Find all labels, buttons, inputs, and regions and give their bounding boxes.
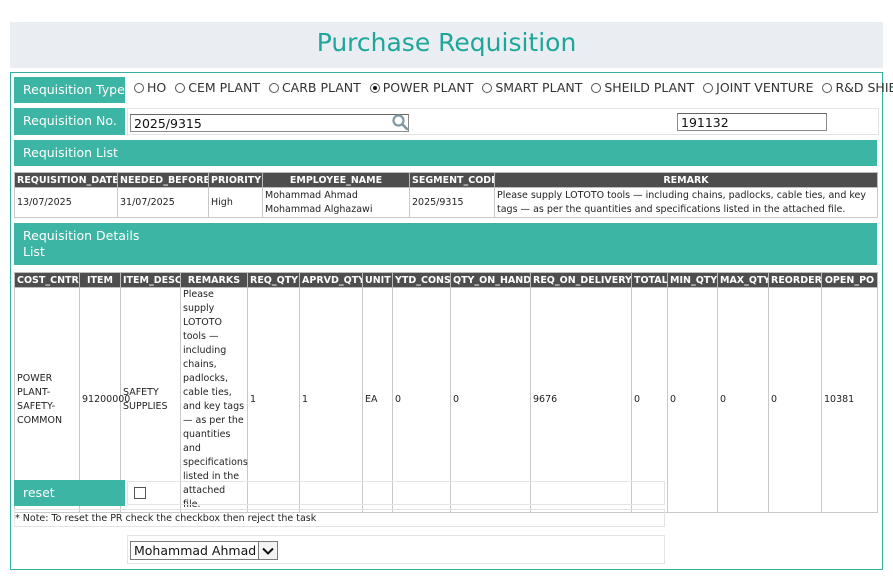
radio-option-rd-shield[interactable]: R&D SHIELD xyxy=(822,80,893,95)
column-header: PRIORITY xyxy=(208,172,263,188)
employee-select-value: Mohammad Ahmad M xyxy=(134,543,271,558)
radio-button[interactable] xyxy=(703,82,714,93)
radio-label: SMART PLANT xyxy=(495,80,583,95)
table-cell: 2025/9315 xyxy=(409,187,495,218)
column-header: REORDER xyxy=(768,272,822,288)
table-cell: 0 xyxy=(450,287,531,513)
table-cell: 0 xyxy=(768,287,822,513)
radio-option-smart-plant[interactable]: SMART PLANT xyxy=(482,80,582,95)
column-header: MAX_QTY xyxy=(717,272,769,288)
reset-note: * Note: To reset the PR check the checkb… xyxy=(15,513,317,524)
radio-button[interactable] xyxy=(134,82,144,93)
employee-select[interactable]: Mohammad Ahmad M xyxy=(130,541,278,560)
column-header: MIN_QTY xyxy=(667,272,718,288)
requisition-no-label: Requisition No. xyxy=(14,108,125,135)
table-cell: POWER PLANT-SAFETY-COMMON xyxy=(14,287,80,513)
table-cell: 0 xyxy=(631,287,668,513)
page-title: Purchase Requisition xyxy=(316,28,577,57)
column-header: COST_CNTR xyxy=(14,272,80,288)
radio-option-power-plant[interactable]: POWER PLANT xyxy=(369,80,474,95)
table-row[interactable]: POWER PLANT-SAFETY-COMMON 91200000 SAFET… xyxy=(14,287,878,513)
column-header: SEGMENT_CODE xyxy=(409,172,495,188)
table-cell: 31/07/2025 xyxy=(117,187,209,218)
radio-option-sheild-plant[interactable]: SHEILD PLANT xyxy=(591,80,694,95)
table-cell: 0 xyxy=(717,287,769,513)
requisition-list-table: REQUISITION_DATE NEEDED_BEFORE PRIORITY … xyxy=(14,172,878,218)
radio-button[interactable] xyxy=(591,82,602,93)
search-icon[interactable] xyxy=(391,113,409,131)
column-header: YTD_CONS xyxy=(392,272,451,288)
details-list-header: Requisition Details List xyxy=(14,223,877,265)
requisition-type-radio-group: HO CEM PLANT CARB PLANT POWER PLANT SMAR… xyxy=(134,80,893,100)
details-list-title: Requisition Details List xyxy=(23,228,140,259)
reset-label: reset xyxy=(14,480,125,506)
radio-option-carb-plant[interactable]: CARB PLANT xyxy=(268,80,361,95)
radio-label: CARB PLANT xyxy=(281,80,361,95)
column-header: REQUISITION_DATE xyxy=(14,172,118,188)
requisition-id-field[interactable]: 191132 xyxy=(677,113,827,131)
radio-button[interactable] xyxy=(268,82,279,93)
column-header: OPEN_PO xyxy=(821,272,878,288)
column-header: QTY_ON_HAND xyxy=(450,272,531,288)
table-cell: High xyxy=(208,187,263,218)
radio-button[interactable] xyxy=(482,82,493,93)
table-header-row: COST_CNTR ITEM ITEM_DESC REMARKS REQ_QTY… xyxy=(14,272,878,288)
radio-label: R&D SHIELD xyxy=(835,80,893,95)
radio-label: CEM PLANT xyxy=(188,80,260,95)
radio-button[interactable] xyxy=(822,82,833,93)
column-header: UNIT xyxy=(362,272,393,288)
column-header: REQ_ON_DELIVERY xyxy=(530,272,632,288)
radio-label: SHEILD PLANT xyxy=(604,80,695,95)
radio-option-ho[interactable]: HO xyxy=(134,80,166,95)
title-bar: Purchase Requisition xyxy=(10,22,883,68)
column-header: NEEDED_BEFORE xyxy=(117,172,209,188)
column-header: REQ_QTY xyxy=(247,272,300,288)
table-header-row: REQUISITION_DATE NEEDED_BEFORE PRIORITY … xyxy=(14,172,878,188)
radio-label: POWER PLANT xyxy=(382,80,474,95)
column-header: REMARK xyxy=(494,172,878,188)
table-cell: Please supply LOTOTO tools — including c… xyxy=(494,187,878,218)
radio-button[interactable] xyxy=(175,82,186,93)
column-header: ITEM xyxy=(79,272,121,288)
reset-checkbox-cell xyxy=(127,481,665,505)
table-cell: Mohammad Ahmad Mohammad Alghazawi xyxy=(262,187,410,218)
table-cell: 10381 xyxy=(821,287,878,513)
radio-label: HO xyxy=(147,80,167,95)
requisition-no-input[interactable]: 2025/9315 xyxy=(130,114,409,132)
table-cell: 13/07/2025 xyxy=(14,187,118,218)
table-cell: 91200000 xyxy=(79,287,130,513)
table-cell: EA xyxy=(362,287,393,513)
column-header: EMPLOYEE_NAME xyxy=(262,172,410,188)
radio-option-cem-plant[interactable]: CEM PLANT xyxy=(175,80,260,95)
column-header: ITEM_DESC xyxy=(120,272,181,288)
table-cell: SAFETY SUPPLIES xyxy=(120,287,181,513)
table-cell: 9676 xyxy=(530,287,632,513)
table-cell: Please supply LOTOTO tools — including c… xyxy=(180,287,248,513)
column-header: TOTAL xyxy=(631,272,668,288)
column-header: APRVD_QTY xyxy=(299,272,363,288)
requisition-list-header: Requisition List xyxy=(14,140,877,166)
table-cell: 0 xyxy=(667,287,718,513)
table-cell: 1 xyxy=(299,287,363,513)
table-cell: 1 xyxy=(247,287,300,513)
chevron-down-icon[interactable] xyxy=(258,542,277,559)
column-header: REMARKS xyxy=(180,272,248,288)
reset-checkbox[interactable] xyxy=(134,487,146,499)
requisition-type-label: Requisition Type xyxy=(14,77,125,103)
radio-option-joint-venture[interactable]: JOINT VENTURE xyxy=(703,80,813,95)
table-row[interactable]: 13/07/2025 31/07/2025 High Mohammad Ahma… xyxy=(14,187,878,218)
radio-button-selected[interactable] xyxy=(369,82,380,93)
details-list-table: COST_CNTR ITEM ITEM_DESC REMARKS REQ_QTY… xyxy=(14,272,878,513)
table-cell: 0 xyxy=(392,287,451,513)
radio-label: JOINT VENTURE xyxy=(716,80,814,95)
